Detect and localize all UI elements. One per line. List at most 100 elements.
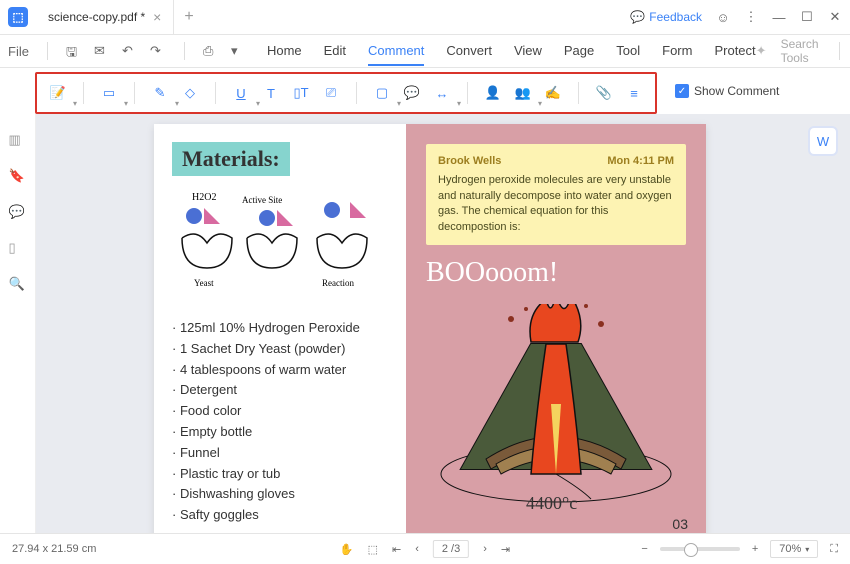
zoom-slider[interactable] bbox=[660, 547, 740, 551]
zoom-level[interactable]: 70%▾ bbox=[770, 540, 818, 558]
checkbox-icon: ✓ bbox=[675, 84, 689, 98]
note-tool[interactable]: 📝 bbox=[45, 80, 71, 106]
menubar: File 🖫 ✉ ↶ ↷ ⎙ ▾ Home Edit Comment Conve… bbox=[0, 35, 850, 68]
sticky-body: Hydrogen peroxide molecules are very uns… bbox=[438, 173, 674, 235]
textbox-tool[interactable]: ▯T bbox=[288, 80, 314, 106]
left-sidebar: ▥ 🔖 💬 ▯ 🔍 bbox=[0, 114, 36, 554]
svg-text:Reaction: Reaction bbox=[322, 278, 354, 288]
bookmarks-icon[interactable]: 🔖 bbox=[9, 168, 27, 186]
undo-icon[interactable]: ↶ bbox=[122, 43, 138, 59]
tab-home[interactable]: Home bbox=[267, 37, 302, 66]
app-logo: ⬚ bbox=[8, 7, 28, 27]
list-item: 1 Sachet Dry Yeast (powder) bbox=[172, 339, 388, 360]
comments-icon[interactable]: 💬 bbox=[9, 204, 27, 222]
close-window-icon[interactable]: ✕ bbox=[828, 10, 842, 24]
attachments-icon[interactable]: ▯ bbox=[9, 240, 27, 258]
list-item: Safty goggles bbox=[172, 505, 388, 526]
zoom-in-icon[interactable]: + bbox=[752, 543, 758, 555]
prev-page-icon[interactable]: ‹ bbox=[415, 543, 419, 555]
callout-tool[interactable]: ⎚ bbox=[318, 80, 344, 106]
svg-text:Active Site: Active Site bbox=[242, 195, 282, 205]
print-icon[interactable]: ⎙ bbox=[203, 43, 219, 59]
tab-edit[interactable]: Edit bbox=[324, 37, 346, 66]
tab-tool[interactable]: Tool bbox=[616, 37, 640, 66]
next-page-icon[interactable]: › bbox=[483, 543, 487, 555]
sticky-author: Brook Wells bbox=[438, 154, 501, 169]
label-h2o2: H2O2 bbox=[192, 192, 216, 203]
eraser-tool[interactable]: ◇ bbox=[177, 80, 203, 106]
user-icon[interactable]: ☺ bbox=[716, 10, 730, 24]
chevron-down-icon[interactable]: ▾ bbox=[231, 43, 247, 59]
pencil-tool[interactable]: ✎ bbox=[147, 80, 173, 106]
sticky-note[interactable]: Brook Wells Mon 4:11 PM Hydrogen peroxid… bbox=[426, 144, 686, 245]
thumbnails-icon[interactable]: ▥ bbox=[9, 132, 27, 150]
word-export-button[interactable]: W bbox=[808, 126, 838, 156]
list-item: Plastic tray or tub bbox=[172, 464, 388, 485]
new-tab-button[interactable]: + bbox=[174, 8, 203, 26]
maximize-icon[interactable]: ☐ bbox=[800, 10, 814, 24]
tab-protect[interactable]: Protect bbox=[714, 37, 755, 66]
show-comment-toggle[interactable]: ✓ Show Comment bbox=[675, 84, 779, 98]
mail-icon[interactable]: ✉ bbox=[94, 43, 110, 59]
minimize-icon[interactable]: — bbox=[772, 10, 786, 24]
molecule-diagram: H2O2 Active Site Yeast Reaction bbox=[172, 188, 388, 298]
save-icon[interactable]: 🖫 bbox=[66, 43, 82, 59]
comments-panel-tool[interactable]: ≡ bbox=[621, 80, 647, 106]
temperature-label: 4400°c bbox=[526, 493, 577, 514]
materials-heading: Materials: bbox=[172, 142, 290, 176]
text-tool[interactable]: T bbox=[258, 80, 284, 106]
signature-tool[interactable]: 👥 bbox=[510, 80, 536, 106]
zoom-out-icon[interactable]: − bbox=[641, 543, 647, 555]
list-item: Funnel bbox=[172, 443, 388, 464]
search-tools-input[interactable]: Search Tools bbox=[781, 37, 819, 65]
hand-tool-icon[interactable]: ✋ bbox=[340, 543, 354, 556]
tab-comment[interactable]: Comment bbox=[368, 37, 424, 66]
page-left: Materials: H2O2 Active Site Yeast Reacti… bbox=[154, 124, 406, 544]
list-item: 4 tablespoons of warm water bbox=[172, 360, 388, 381]
document-tab[interactable]: science-copy.pdf * × bbox=[36, 0, 174, 34]
tab-convert[interactable]: Convert bbox=[446, 37, 492, 66]
redo-icon[interactable]: ↷ bbox=[150, 43, 166, 59]
page-right: Brook Wells Mon 4:11 PM Hydrogen peroxid… bbox=[406, 124, 706, 544]
draw-sign-tool[interactable]: ✍ bbox=[540, 80, 566, 106]
feedback-button[interactable]: 💬 Feedback bbox=[630, 10, 702, 24]
fit-page-icon[interactable]: ⛶ bbox=[830, 543, 838, 556]
statusbar: 27.94 x 21.59 cm ✋ ⬚ ⇤ ‹ 2 /3 › ⇥ − + 70… bbox=[0, 533, 850, 564]
titlebar: ⬚ science-copy.pdf * × + 💬 Feedback ☺ ⋮ … bbox=[0, 0, 850, 35]
svg-text:Yeast: Yeast bbox=[194, 278, 214, 288]
list-item: Detergent bbox=[172, 380, 388, 401]
select-tool-icon[interactable]: ⬚ bbox=[368, 543, 378, 556]
underline-tool[interactable]: U bbox=[228, 80, 254, 106]
comment-toolbar: 📝 ▭ ✎ ◇ U T ▯T ⎚ ▢ 💬 ↔ 👤 👥 ✍ 📎 ≡ bbox=[35, 72, 657, 114]
file-menu[interactable]: File bbox=[8, 44, 29, 59]
ai-icon[interactable]: ✦ bbox=[756, 43, 767, 59]
more-icon[interactable]: ⋮ bbox=[744, 10, 758, 24]
list-item: 125ml 10% Hydrogen Peroxide bbox=[172, 318, 388, 339]
shape-tool[interactable]: ▢ bbox=[369, 80, 395, 106]
close-tab-icon[interactable]: × bbox=[153, 9, 161, 25]
page-number: 03 bbox=[672, 516, 688, 532]
stamp-tool[interactable]: 👤 bbox=[480, 80, 506, 106]
tab-form[interactable]: Form bbox=[662, 37, 692, 66]
sticky-time: Mon 4:11 PM bbox=[607, 154, 674, 169]
comment-bubble-tool[interactable]: 💬 bbox=[399, 80, 425, 106]
measure-tool[interactable]: ↔ bbox=[429, 80, 455, 106]
page-indicator[interactable]: 2 /3 bbox=[433, 540, 469, 558]
workspace: ▥ 🔖 💬 ▯ 🔍 W Materials: H2O2 Active Site bbox=[0, 114, 850, 554]
tab-view[interactable]: View bbox=[514, 37, 542, 66]
highlight-tool[interactable]: ▭ bbox=[96, 80, 122, 106]
feedback-icon: 💬 bbox=[630, 10, 645, 24]
first-page-icon[interactable]: ⇤ bbox=[392, 543, 401, 556]
volcano-illustration bbox=[436, 304, 676, 504]
tab-page[interactable]: Page bbox=[564, 37, 594, 66]
list-item: Empty bottle bbox=[172, 422, 388, 443]
menu-tabs: Home Edit Comment Convert View Page Tool… bbox=[267, 37, 756, 66]
last-page-icon[interactable]: ⇥ bbox=[501, 543, 510, 556]
document-viewport[interactable]: W Materials: H2O2 Active Site Yeast bbox=[36, 114, 850, 554]
tab-title: science-copy.pdf * bbox=[48, 10, 145, 24]
list-item: Food color bbox=[172, 401, 388, 422]
materials-list: 125ml 10% Hydrogen Peroxide 1 Sachet Dry… bbox=[172, 318, 388, 526]
search-icon[interactable]: 🔍 bbox=[9, 276, 27, 294]
attachment-tool[interactable]: 📎 bbox=[591, 80, 617, 106]
page-dimensions: 27.94 x 21.59 cm bbox=[12, 543, 96, 555]
